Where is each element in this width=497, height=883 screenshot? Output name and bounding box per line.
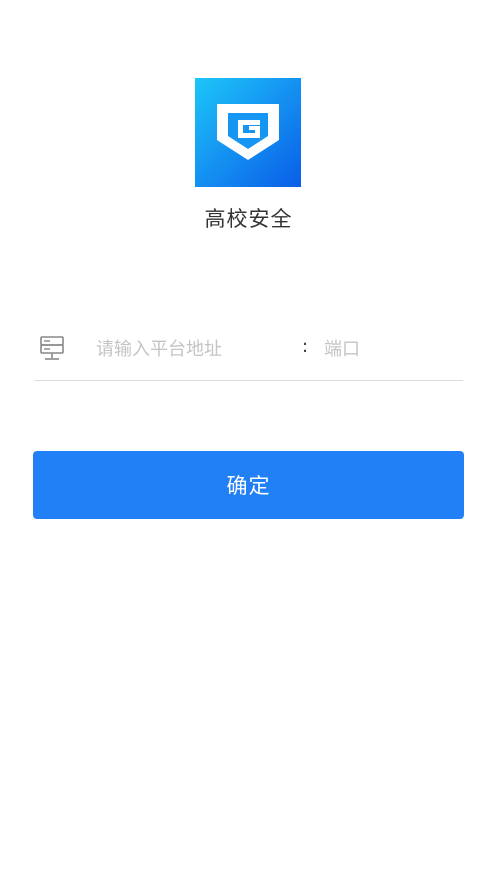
server-address-row: : bbox=[34, 322, 463, 381]
port-separator: : bbox=[302, 336, 309, 357]
port-input[interactable] bbox=[324, 334, 444, 364]
app-logo bbox=[195, 78, 301, 187]
shield-book-logo-icon bbox=[217, 103, 279, 160]
address-input[interactable] bbox=[96, 334, 296, 364]
app-name: 高校安全 bbox=[204, 207, 293, 231]
server-icon bbox=[40, 336, 64, 360]
settings-screen: 高校安全 : 确定 bbox=[0, 0, 497, 883]
confirm-button[interactable]: 确定 bbox=[33, 451, 464, 519]
